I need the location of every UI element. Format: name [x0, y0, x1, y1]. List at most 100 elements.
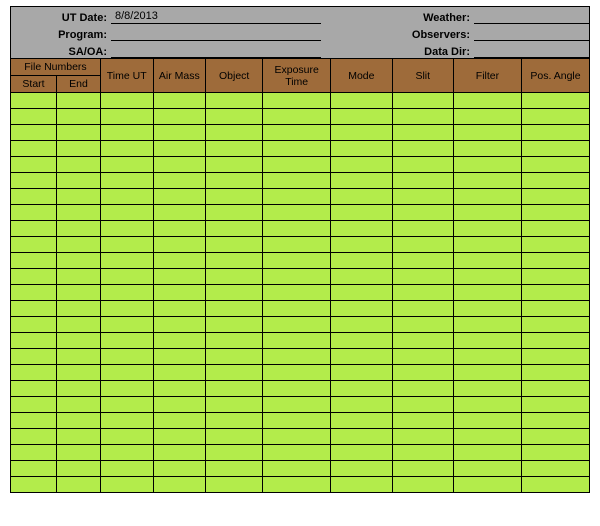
cell-start[interactable]	[11, 285, 57, 301]
cell-exposure_time[interactable]	[263, 429, 331, 445]
cell-mode[interactable]	[331, 317, 392, 333]
cell-slit[interactable]	[392, 445, 453, 461]
cell-start[interactable]	[11, 477, 57, 493]
cell-exposure_time[interactable]	[263, 269, 331, 285]
cell-start[interactable]	[11, 173, 57, 189]
cell-exposure_time[interactable]	[263, 157, 331, 173]
program-value[interactable]	[111, 26, 321, 41]
cell-exposure_time[interactable]	[263, 221, 331, 237]
cell-filter[interactable]	[453, 109, 521, 125]
cell-air_mass[interactable]	[153, 381, 206, 397]
cell-slit[interactable]	[392, 189, 453, 205]
cell-air_mass[interactable]	[153, 445, 206, 461]
cell-air_mass[interactable]	[153, 109, 206, 125]
cell-mode[interactable]	[331, 221, 392, 237]
cell-start[interactable]	[11, 109, 57, 125]
cell-mode[interactable]	[331, 477, 392, 493]
cell-slit[interactable]	[392, 173, 453, 189]
cell-exposure_time[interactable]	[263, 301, 331, 317]
cell-end[interactable]	[57, 269, 101, 285]
cell-filter[interactable]	[453, 381, 521, 397]
cell-exposure_time[interactable]	[263, 237, 331, 253]
cell-start[interactable]	[11, 381, 57, 397]
cell-object[interactable]	[206, 349, 263, 365]
cell-pos_angle[interactable]	[521, 93, 589, 109]
cell-air_mass[interactable]	[153, 365, 206, 381]
cell-air_mass[interactable]	[153, 285, 206, 301]
cell-pos_angle[interactable]	[521, 125, 589, 141]
cell-mode[interactable]	[331, 429, 392, 445]
cell-start[interactable]	[11, 253, 57, 269]
cell-slit[interactable]	[392, 397, 453, 413]
cell-slit[interactable]	[392, 301, 453, 317]
cell-slit[interactable]	[392, 477, 453, 493]
cell-end[interactable]	[57, 477, 101, 493]
cell-air_mass[interactable]	[153, 269, 206, 285]
cell-slit[interactable]	[392, 253, 453, 269]
cell-slit[interactable]	[392, 157, 453, 173]
cell-end[interactable]	[57, 253, 101, 269]
cell-exposure_time[interactable]	[263, 349, 331, 365]
cell-time_ut[interactable]	[100, 109, 153, 125]
cell-object[interactable]	[206, 365, 263, 381]
cell-end[interactable]	[57, 173, 101, 189]
cell-exposure_time[interactable]	[263, 93, 331, 109]
cell-mode[interactable]	[331, 349, 392, 365]
cell-time_ut[interactable]	[100, 269, 153, 285]
cell-object[interactable]	[206, 413, 263, 429]
cell-pos_angle[interactable]	[521, 237, 589, 253]
cell-time_ut[interactable]	[100, 317, 153, 333]
cell-time_ut[interactable]	[100, 205, 153, 221]
cell-pos_angle[interactable]	[521, 253, 589, 269]
cell-air_mass[interactable]	[153, 125, 206, 141]
cell-start[interactable]	[11, 461, 57, 477]
cell-object[interactable]	[206, 93, 263, 109]
cell-start[interactable]	[11, 413, 57, 429]
cell-exposure_time[interactable]	[263, 189, 331, 205]
cell-object[interactable]	[206, 269, 263, 285]
cell-mode[interactable]	[331, 301, 392, 317]
cell-pos_angle[interactable]	[521, 205, 589, 221]
cell-object[interactable]	[206, 221, 263, 237]
cell-object[interactable]	[206, 301, 263, 317]
cell-pos_angle[interactable]	[521, 413, 589, 429]
cell-mode[interactable]	[331, 157, 392, 173]
cell-slit[interactable]	[392, 317, 453, 333]
cell-end[interactable]	[57, 365, 101, 381]
cell-mode[interactable]	[331, 189, 392, 205]
cell-end[interactable]	[57, 141, 101, 157]
cell-end[interactable]	[57, 317, 101, 333]
cell-pos_angle[interactable]	[521, 349, 589, 365]
cell-time_ut[interactable]	[100, 413, 153, 429]
cell-start[interactable]	[11, 205, 57, 221]
cell-slit[interactable]	[392, 429, 453, 445]
cell-exposure_time[interactable]	[263, 317, 331, 333]
cell-slit[interactable]	[392, 125, 453, 141]
cell-exposure_time[interactable]	[263, 109, 331, 125]
cell-object[interactable]	[206, 205, 263, 221]
cell-filter[interactable]	[453, 397, 521, 413]
cell-mode[interactable]	[331, 109, 392, 125]
cell-exposure_time[interactable]	[263, 477, 331, 493]
cell-pos_angle[interactable]	[521, 317, 589, 333]
cell-exposure_time[interactable]	[263, 125, 331, 141]
cell-object[interactable]	[206, 477, 263, 493]
cell-slit[interactable]	[392, 461, 453, 477]
weather-value[interactable]	[474, 9, 589, 24]
cell-exposure_time[interactable]	[263, 445, 331, 461]
cell-pos_angle[interactable]	[521, 173, 589, 189]
cell-time_ut[interactable]	[100, 397, 153, 413]
cell-mode[interactable]	[331, 125, 392, 141]
cell-pos_angle[interactable]	[521, 397, 589, 413]
cell-slit[interactable]	[392, 381, 453, 397]
cell-object[interactable]	[206, 429, 263, 445]
cell-time_ut[interactable]	[100, 333, 153, 349]
cell-start[interactable]	[11, 365, 57, 381]
cell-start[interactable]	[11, 141, 57, 157]
cell-object[interactable]	[206, 189, 263, 205]
cell-start[interactable]	[11, 349, 57, 365]
cell-air_mass[interactable]	[153, 429, 206, 445]
saoa-value[interactable]	[111, 43, 321, 58]
cell-object[interactable]	[206, 141, 263, 157]
cell-pos_angle[interactable]	[521, 333, 589, 349]
